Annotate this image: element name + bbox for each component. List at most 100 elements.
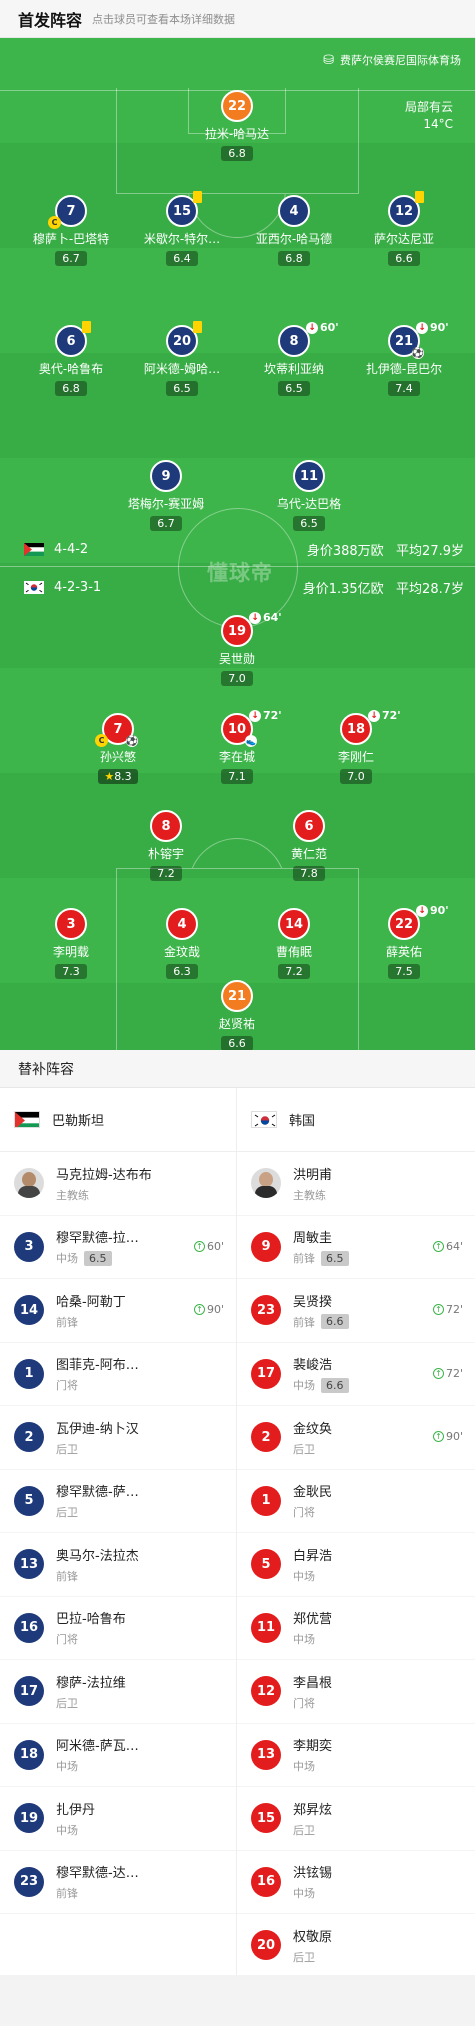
sub-in-time: ↑ 90' <box>432 1430 463 1443</box>
player-name: 拉米-哈马达 <box>204 127 270 141</box>
sub-player-position: 后卫 <box>56 1696 78 1710</box>
subs-list: 巴勒斯坦 马克拉姆-达布布 主教练 3 穆罕默德-拉… 中场 6.5 ↑ 60' 14 哈桑-阿… <box>0 1088 475 1978</box>
sub-off-icon: ↓ <box>416 904 428 917</box>
sub-player-row[interactable]: 13 李期奕 中场 <box>237 1724 475 1787</box>
coach-avatar <box>14 1168 44 1199</box>
sub-off-icon: ↓ <box>416 321 428 334</box>
sub-player-rating: 6.5 <box>84 1250 112 1266</box>
player-number: 21 <box>221 980 253 1012</box>
sub-player-position: 后卫 <box>293 1950 315 1964</box>
player-name: 乌代-达巴格 <box>276 497 342 511</box>
sub-player-row[interactable]: 2 金纹奂 后卫 ↑ 90' <box>237 1406 475 1470</box>
sub-player-name: 阿米德-萨瓦… <box>56 1739 139 1755</box>
sub-player-row[interactable]: 3 穆罕默德-拉… 中场 6.5 ↑ 60' <box>0 1216 236 1279</box>
captain-icon: C <box>48 216 61 229</box>
sub-player-name: 奥马尔-法拉杰 <box>56 1548 139 1564</box>
sub-time: 90' <box>430 904 449 917</box>
player-number: 20 <box>172 333 192 349</box>
player-away-defender[interactable]: 22 ↓ 90' 薛英佑 7.5 <box>356 904 452 979</box>
player-rating: 6.8 <box>278 251 310 266</box>
sub-player-row[interactable]: 2 瓦伊迪-纳卜汉 后卫 <box>0 1406 236 1470</box>
sub-player-name: 吴贤揆 <box>293 1294 333 1310</box>
player-home-defender[interactable]: 12 萨尔达尼亚 6.6 <box>356 191 452 266</box>
sub-player-row[interactable]: 23 吴贤揆 前锋 6.6 ↑ 72' <box>237 1279 475 1343</box>
player-away-attacking-mid[interactable]: 18 ↓ 72' 李刚仁 7.0 <box>308 709 404 784</box>
coach-row[interactable]: 洪明甫 主教练 <box>237 1152 475 1216</box>
sub-player-number: 20 <box>251 1930 281 1961</box>
sub-player-position: 前锋 <box>56 1887 78 1901</box>
sub-in-icon: ↑ <box>432 1240 444 1252</box>
sub-player-row[interactable]: 19 扎伊丹 中场 <box>0 1787 236 1851</box>
player-away-defensive-mid[interactable]: 8 朴镕宇 7.2 <box>118 810 214 881</box>
sub-player-rating: 6.6 <box>321 1314 349 1330</box>
sub-player-position: 门将 <box>56 1379 78 1393</box>
sub-player-row[interactable]: 18 阿米德-萨瓦… 中场 <box>0 1724 236 1787</box>
korea-flag-icon <box>251 1111 277 1128</box>
weather-desc: 局部有云 <box>404 100 453 114</box>
sub-player-number: 17 <box>14 1676 44 1707</box>
sub-player-number: 18 <box>14 1739 44 1770</box>
player-home-defender[interactable]: 4 亚西尔-哈马德 6.8 <box>246 195 342 266</box>
sub-in-icon: ↑ <box>432 1431 444 1442</box>
player-away-striker[interactable]: 19 ↓ 64' 吴世勋 7.0 <box>189 611 285 686</box>
sub-player-position: 前锋 <box>56 1315 78 1329</box>
sub-player-row[interactable]: 13 奥马尔-法拉杰 前锋 <box>0 1533 236 1597</box>
sub-off-icon: ↓ <box>306 321 318 334</box>
sub-player-row[interactable]: 5 穆罕默德-萨… 后卫 <box>0 1470 236 1533</box>
player-rating: 7.0 <box>340 769 372 784</box>
sub-player-row[interactable]: 5 白昇浩 中场 <box>237 1533 475 1597</box>
player-number: 8 <box>289 333 299 349</box>
player-home-midfielder[interactable]: 6 奥代-哈鲁布 6.8 <box>23 321 119 396</box>
sub-player-row[interactable]: 12 李昌根 门将 <box>237 1660 475 1724</box>
sub-player-row[interactable]: 20 权敬原 后卫 <box>237 1914 475 1978</box>
sub-time: 64' <box>263 611 282 624</box>
player-away-attacking-mid[interactable]: 10 ↓ 72' 👟 李在城 7.1 <box>189 709 285 784</box>
player-home-forward[interactable]: 11 乌代-达巴格 6.5 <box>261 460 357 531</box>
player-home-midfielder[interactable]: 20 阿米德-姆哈… 6.5 <box>134 321 230 396</box>
sub-player-row[interactable]: 16 巴拉-哈鲁布 门将 <box>0 1597 236 1660</box>
sub-player-row[interactable]: 1 图菲克-阿布… 门将 <box>0 1343 236 1406</box>
sub-player-row[interactable]: 1 金耿民 门将 <box>237 1470 475 1533</box>
player-rating: 6.7 <box>55 251 87 266</box>
sub-player-name: 穆罕默德-达… <box>56 1866 139 1882</box>
sub-player-position: 中场 <box>293 1887 315 1901</box>
sub-player-rating: 6.5 <box>321 1250 349 1266</box>
player-away-defender[interactable]: 4 金玟哉 6.3 <box>134 908 230 979</box>
yellow-card-icon <box>82 321 91 333</box>
sub-player-name: 瓦伊迪-纳卜汉 <box>56 1421 139 1437</box>
player-number: 22 <box>221 90 253 122</box>
player-away-goalkeeper[interactable]: 21 赵贤祐 6.6 <box>189 980 285 1050</box>
sub-player-position: 中场 <box>56 1760 78 1774</box>
goal-ball-icon: ⚽ <box>411 347 425 359</box>
sub-player-row[interactable]: 23 穆罕默德-达… 前锋 <box>0 1851 236 1914</box>
player-number: 12 <box>394 203 414 219</box>
sub-player-name: 金耿民 <box>293 1485 333 1501</box>
assist-icon: 👟 <box>245 735 257 747</box>
sub-player-row[interactable]: 16 洪铉锡 中场 <box>237 1851 475 1914</box>
sub-player-number: 23 <box>14 1866 44 1897</box>
player-home-midfielder[interactable]: 8 ↓ 60' 坎蒂利亚纳 6.5 <box>246 321 342 396</box>
sub-in-icon: ↑ <box>432 1367 444 1379</box>
player-away-defender[interactable]: 14 曹侑眠 7.2 <box>246 908 342 979</box>
player-away-defender[interactable]: 3 李明载 7.3 <box>23 908 119 979</box>
sub-player-row[interactable]: 17 穆萨-法拉维 后卫 <box>0 1660 236 1724</box>
sub-player-row[interactable]: 17 裴峻浩 中场 6.6 ↑ 72' <box>237 1343 475 1406</box>
player-home-goalkeeper[interactable]: 22 拉米-哈马达 6.8 <box>189 90 285 161</box>
player-home-forward[interactable]: 9 塔梅尔-赛亚姆 6.7 <box>118 460 214 531</box>
subs-team-away: 韩国 <box>237 1088 475 1152</box>
player-home-midfielder[interactable]: 21 ↓ 90' ⚽ 扎伊德-昆巴尔 7.4 <box>356 321 452 396</box>
player-name: 奥代-哈鲁布 <box>38 362 104 376</box>
coach-row[interactable]: 马克拉姆-达布布 主教练 <box>0 1152 236 1216</box>
player-away-defensive-mid[interactable]: 6 黄仁范 7.8 <box>261 810 357 881</box>
sub-player-row[interactable]: 9 周敏圭 前锋 6.5 ↑ 64' <box>237 1216 475 1279</box>
sub-player-row[interactable]: 15 郑昇炫 后卫 <box>237 1787 475 1851</box>
player-away-attacking-mid[interactable]: 7 C ⚽ 孙兴慜 ★8.3 <box>70 713 166 784</box>
player-home-defender[interactable]: 7C 穆萨卜-巴塔特 6.7 <box>23 195 119 266</box>
sub-player-row[interactable]: 14 哈桑-阿勒丁 前锋 ↑ 90' <box>0 1279 236 1343</box>
player-number: 7 <box>113 721 123 737</box>
home-team-info: 4-4-2 身价388万欧 平均27.9岁 <box>24 542 464 559</box>
sub-player-name: 李昌根 <box>293 1675 333 1691</box>
sub-player-number: 5 <box>14 1485 44 1516</box>
sub-player-row[interactable]: 11 郑优营 中场 <box>237 1597 475 1660</box>
player-home-defender[interactable]: 15 米歇尔-特尔… 6.4 <box>134 191 230 266</box>
